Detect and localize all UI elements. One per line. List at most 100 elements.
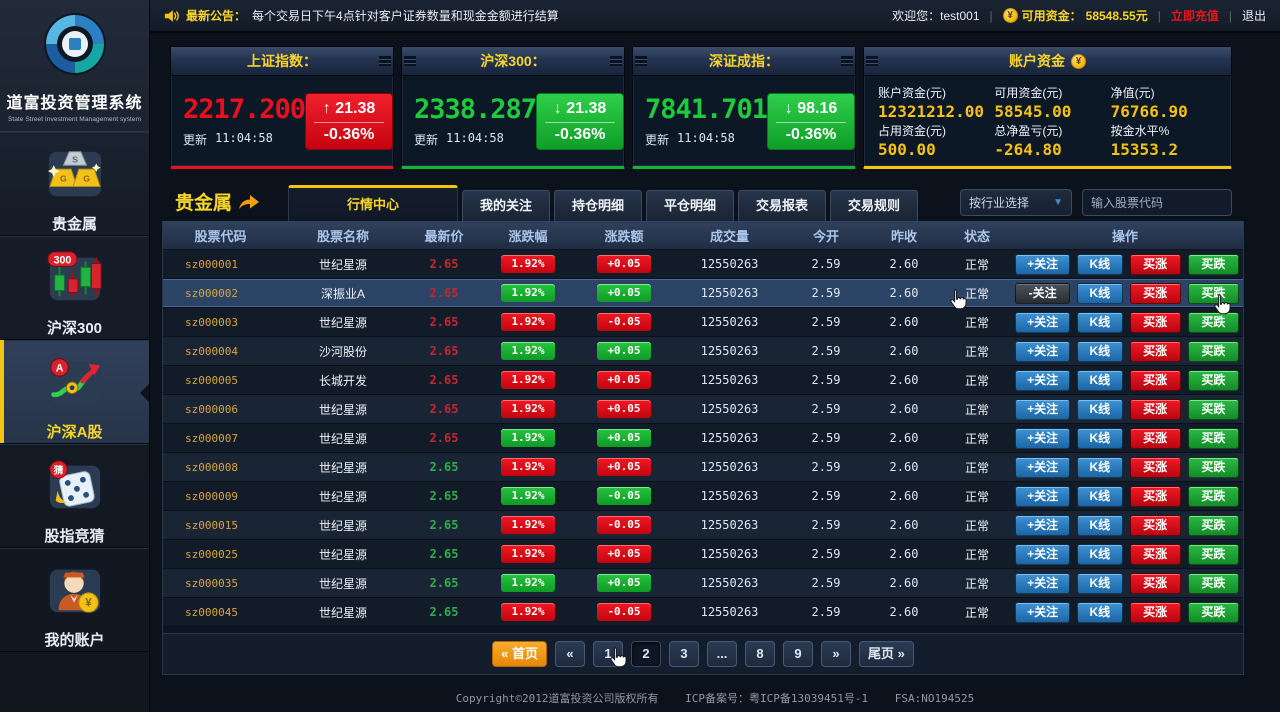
kline-button[interactable]: K线 [1077, 602, 1122, 623]
page-button-8[interactable]: 8 [745, 641, 775, 667]
next-page-button[interactable]: » [821, 641, 851, 667]
table-row[interactable]: sz000015世纪星源2.651.92%-0.05125502632.592.… [163, 511, 1243, 540]
buy-down-button[interactable]: 买跌 [1188, 370, 1239, 391]
last-page-button[interactable]: 尾页 » [859, 641, 914, 667]
watch-button[interactable]: +关注 [1015, 544, 1070, 565]
watch-button[interactable]: +关注 [1015, 457, 1070, 478]
table-row[interactable]: sz000004沙河股份2.651.92%+0.05125502632.592.… [163, 337, 1243, 366]
table-row[interactable]: sz000003世纪星源2.651.92%-0.05125502632.592.… [163, 308, 1243, 337]
sidebar-item-precious-metals[interactable]: S G G 贵金属 [0, 132, 149, 236]
watch-button[interactable]: +关注 [1015, 254, 1070, 275]
unwatch-button[interactable]: -关注 [1015, 283, 1070, 304]
buy-down-button[interactable]: 买跌 [1188, 312, 1239, 333]
tab-3[interactable]: 持仓明细 [554, 190, 642, 221]
tab-1[interactable]: 行情中心 [288, 185, 458, 221]
watch-button[interactable]: +关注 [1015, 573, 1070, 594]
volume: 12550263 [672, 489, 787, 503]
table-row[interactable]: sz000035世纪星源2.651.92%+0.05125502632.592.… [163, 569, 1243, 598]
page-button-3[interactable]: 3 [669, 641, 699, 667]
kline-button[interactable]: K线 [1077, 515, 1122, 536]
buy-up-button[interactable]: 买涨 [1130, 486, 1181, 507]
buy-up-button[interactable]: 买涨 [1130, 370, 1181, 391]
table-row[interactable]: sz000025世纪星源2.651.92%+0.05125502632.592.… [163, 540, 1243, 569]
page-button-2[interactable]: 2 [631, 641, 661, 667]
buy-up-button[interactable]: 买涨 [1130, 312, 1181, 333]
buy-up-button[interactable]: 买涨 [1130, 602, 1181, 623]
sidebar-item-my-account[interactable]: ¥ 我的账户 [0, 548, 149, 652]
buy-up-button[interactable]: 买涨 [1130, 573, 1181, 594]
index-card-shenzhen: 深证成指： 7841.701 更新 11:04:58 ↓ 98.16 -0.36… [632, 46, 856, 169]
stock-code-input[interactable] [1083, 190, 1232, 215]
watch-button[interactable]: +关注 [1015, 602, 1070, 623]
table-row[interactable]: sz000006世纪星源2.651.92%+0.05125502632.592.… [163, 395, 1243, 424]
buy-up-button[interactable]: 买涨 [1130, 457, 1181, 478]
kline-button[interactable]: K线 [1077, 370, 1122, 391]
buy-down-button[interactable]: 买跌 [1188, 486, 1239, 507]
chevron-down-icon: ▼ [1053, 197, 1063, 208]
watch-button[interactable]: +关注 [1015, 486, 1070, 507]
buy-down-button[interactable]: 买跌 [1188, 544, 1239, 565]
buy-up-button[interactable]: 买涨 [1130, 399, 1181, 420]
status-badge: 正常 [943, 430, 1011, 447]
buy-down-button[interactable]: 买跌 [1188, 515, 1239, 536]
watch-button[interactable]: +关注 [1015, 312, 1070, 333]
tab-4[interactable]: 平仓明细 [646, 190, 734, 221]
card-title: 上证指数： [171, 47, 393, 76]
watch-button[interactable]: +关注 [1015, 515, 1070, 536]
buy-down-button[interactable]: 买跌 [1188, 602, 1239, 623]
buy-up-button[interactable]: 买涨 [1130, 254, 1181, 275]
prev-page-button[interactable]: « [555, 641, 585, 667]
table-row[interactable]: sz000045世纪星源2.651.92%-0.05125502632.592.… [163, 598, 1243, 627]
buy-down-button[interactable]: 买跌 [1188, 457, 1239, 478]
buy-down-button[interactable]: 买跌 [1188, 341, 1239, 362]
table-row[interactable]: sz000002深振业A2.651.92%+0.05125502632.592.… [163, 279, 1243, 308]
speaker-icon [164, 9, 180, 23]
sidebar-item-hs300[interactable]: 300 沪深300 [0, 236, 149, 340]
table-row[interactable]: sz000001世纪星源2.651.92%+0.05125502632.592.… [163, 250, 1243, 279]
announcement-bar: 最新公告： 每个交易日下午4点针对客户证券数量和现金金额进行结算 [164, 7, 892, 24]
kline-button[interactable]: K线 [1077, 254, 1122, 275]
latest-price: 2.65 [408, 518, 480, 532]
kline-button[interactable]: K线 [1077, 457, 1122, 478]
first-page-button[interactable]: « 首页 [492, 641, 547, 667]
buy-up-button[interactable]: 买涨 [1130, 341, 1181, 362]
buy-up-button[interactable]: 买涨 [1130, 428, 1181, 449]
tab-2[interactable]: 我的关注 [462, 190, 550, 221]
table-row[interactable]: sz000007世纪星源2.651.92%+0.05125502632.592.… [163, 424, 1243, 453]
kline-button[interactable]: K线 [1077, 573, 1122, 594]
kline-button[interactable]: K线 [1077, 283, 1122, 304]
watch-button[interactable]: +关注 [1015, 370, 1070, 391]
kline-button[interactable]: K线 [1077, 486, 1122, 507]
watch-button[interactable]: +关注 [1015, 428, 1070, 449]
industry-select[interactable]: 按行业选择 ▼ [960, 189, 1072, 216]
table-row[interactable]: sz000008世纪星源2.651.92%+0.05125502632.592.… [163, 453, 1243, 482]
direction-arrow-icon: ↓ [785, 100, 793, 117]
kline-button[interactable]: K线 [1077, 341, 1122, 362]
logout-link[interactable]: 退出 [1242, 7, 1266, 24]
kline-button[interactable]: K线 [1077, 544, 1122, 565]
buy-down-button[interactable]: 买跌 [1188, 399, 1239, 420]
buy-down-button[interactable]: 买跌 [1188, 573, 1239, 594]
buy-down-button[interactable]: 买跌 [1188, 428, 1239, 449]
kline-button[interactable]: K线 [1077, 428, 1122, 449]
buy-up-button[interactable]: 买涨 [1130, 283, 1181, 304]
watch-button[interactable]: +关注 [1015, 399, 1070, 420]
sidebar-item-hs-a-shares[interactable]: A 沪深A股 [0, 340, 149, 444]
page-button-1[interactable]: 1 [593, 641, 623, 667]
buy-down-button[interactable]: 买跌 [1188, 254, 1239, 275]
buy-up-button[interactable]: 买涨 [1130, 544, 1181, 565]
buy-down-button[interactable]: 买跌 [1188, 283, 1239, 304]
page-button-9[interactable]: 9 [783, 641, 813, 667]
table-row[interactable]: sz000009世纪星源2.651.92%-0.05125502632.592.… [163, 482, 1243, 511]
change-percent-badge: 1.92% [501, 458, 555, 476]
watch-button[interactable]: +关注 [1015, 341, 1070, 362]
tab-5[interactable]: 交易报表 [738, 190, 826, 221]
kline-button[interactable]: K线 [1077, 312, 1122, 333]
kline-button[interactable]: K线 [1077, 399, 1122, 420]
table-row[interactable]: sz000005长城开发2.651.92%+0.05125502632.592.… [163, 366, 1243, 395]
recharge-link[interactable]: 立即充值 [1171, 7, 1219, 24]
buy-up-button[interactable]: 买涨 [1130, 515, 1181, 536]
sidebar-item-index-guess[interactable]: 猜 股指竞猜 [0, 444, 149, 548]
tab-6[interactable]: 交易规则 [830, 190, 918, 221]
sidebar-item-label: 股指竞猜 [0, 525, 149, 546]
